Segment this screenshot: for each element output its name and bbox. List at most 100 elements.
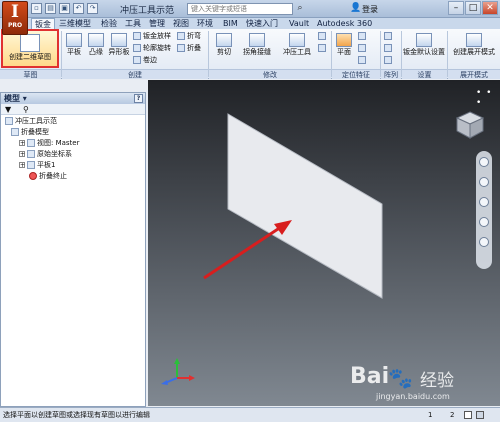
watermark-brand2: 经验: [420, 371, 454, 391]
contour-flange-button[interactable]: 异形板: [108, 33, 130, 57]
point-button[interactable]: [358, 44, 368, 53]
tree-item-label: 视图: Master: [37, 139, 80, 147]
axis-button[interactable]: [358, 32, 368, 41]
punch-tool-icon: [289, 33, 305, 47]
steering-wheel-icon[interactable]: [479, 157, 489, 167]
bend-button[interactable]: 折弯: [177, 32, 201, 41]
face-feature-icon: [27, 161, 35, 169]
create-flat-pattern-button[interactable]: 创建展开模式: [449, 33, 499, 57]
flange-label: 凸缘: [89, 48, 103, 56]
tab-environments[interactable]: 环境: [194, 18, 216, 29]
mirror-button[interactable]: [384, 56, 394, 65]
corner-seam-label: 拐角接缝: [243, 48, 271, 56]
login-link[interactable]: 登录: [362, 4, 378, 15]
tab-view[interactable]: 视图: [170, 18, 192, 29]
modify-tool-1[interactable]: [318, 32, 328, 41]
plane-label: 平面: [337, 48, 351, 56]
panel-label-flat-pattern: 展开模式: [448, 69, 500, 79]
bend-label: 折弯: [187, 32, 201, 40]
tab-sheet-metal[interactable]: 钣金: [31, 18, 55, 29]
undo-icon[interactable]: ↶: [73, 3, 84, 14]
tab-autodesk-360[interactable]: Autodesk 360: [314, 18, 375, 29]
contour-roll-button[interactable]: 轮廓旋转: [133, 44, 171, 53]
zoom-icon[interactable]: [479, 197, 489, 207]
fold-button[interactable]: 折叠: [177, 44, 201, 53]
circular-pattern-icon: [384, 44, 392, 52]
sheet-metal-defaults-label: 钣金默认设置: [403, 48, 445, 56]
tab-manage[interactable]: 管理: [146, 18, 168, 29]
tree-item-view-master[interactable]: + 视图: Master: [19, 139, 80, 148]
face-button[interactable]: 平板: [64, 33, 84, 57]
help-icon[interactable]: ?: [134, 94, 143, 103]
fold-icon: [177, 44, 185, 52]
status-bar: 选择平面以创建草图或选择现有草图以进行编辑 1 2: [0, 407, 500, 422]
panel-label-setup: 设置: [402, 69, 447, 79]
corner-seam-button[interactable]: 拐角接缝: [238, 33, 276, 57]
save-icon[interactable]: ▣: [59, 3, 70, 14]
expand-icon[interactable]: +: [19, 151, 25, 158]
sheet-face[interactable]: [227, 113, 383, 299]
create-flat-pattern-label: 创建展开模式: [453, 48, 495, 56]
close-button[interactable]: ✕: [482, 1, 498, 15]
contour-flange-label: 异形板: [108, 48, 130, 56]
graphics-viewport[interactable]: [148, 80, 500, 406]
application-menu-button[interactable]: I PRO: [2, 1, 28, 35]
corner-seam-icon: [249, 33, 265, 47]
punch-tool-button[interactable]: 冲压工具: [278, 33, 316, 57]
tab-3d-model[interactable]: 三维模型: [56, 18, 94, 29]
sheet-metal-defaults-button[interactable]: 钣金默认设置: [402, 33, 446, 57]
rectangular-pattern-button[interactable]: [384, 32, 394, 41]
tab-vault[interactable]: Vault: [286, 18, 312, 29]
status-icon-2[interactable]: [476, 411, 484, 419]
lofted-flange-button[interactable]: 钣金放样: [133, 32, 171, 41]
minimize-button[interactable]: –: [448, 1, 464, 15]
tree-root[interactable]: 冲压工具示范: [5, 117, 57, 126]
status-count-1: 1: [428, 411, 433, 419]
open-icon[interactable]: ▤: [45, 3, 56, 14]
search-icon[interactable]: ⌕: [294, 3, 306, 15]
cut-button[interactable]: 剪切: [212, 33, 236, 57]
viewport-canvas: [203, 113, 383, 299]
hem-button[interactable]: 卷边: [133, 56, 157, 65]
sketch-pencil-icon: [20, 34, 40, 52]
viewport-options-icon[interactable]: • • •: [476, 88, 498, 108]
flat-pattern-icon: [466, 33, 482, 47]
pointer-arrow-shaft: [203, 223, 285, 280]
tab-tools[interactable]: 工具: [122, 18, 144, 29]
status-icon-1[interactable]: [464, 411, 472, 419]
lofted-flange-label: 钣金放样: [143, 32, 171, 40]
tree-item-label: 折叠终止: [39, 172, 67, 180]
model-browser-header[interactable]: 模型 ▾ ?: [1, 93, 145, 104]
pan-icon[interactable]: [479, 177, 489, 187]
tree-item-face1[interactable]: + 平板1: [19, 161, 55, 170]
tree-item-label: 平板1: [37, 161, 56, 169]
tab-get-started[interactable]: 快速入门: [243, 18, 281, 29]
tree-item-end-of-folded[interactable]: 折叠终止: [29, 172, 67, 181]
new-icon[interactable]: ▫: [31, 3, 42, 14]
maximize-button[interactable]: □: [465, 1, 481, 15]
expand-icon[interactable]: +: [19, 140, 25, 147]
ucs-button[interactable]: [358, 56, 368, 65]
folded-model-icon: [11, 128, 19, 136]
look-at-icon[interactable]: [479, 237, 489, 247]
find-icon[interactable]: ⚲: [23, 104, 29, 115]
ribbon-tabs: 钣金 三维模型 检验 工具 管理 视图 环境 BIM 快速入门 Vault Au…: [0, 18, 500, 29]
filter-icon[interactable]: ▼: [5, 104, 11, 115]
viewcube-icon[interactable]: [455, 110, 485, 140]
model-browser: 模型 ▾ ? ▼ ⚲ 冲压工具示范 折叠模型 + 视图: Master + 原始坐标…: [0, 92, 146, 407]
tree-item-folded-model[interactable]: 折叠模型: [11, 128, 49, 137]
tab-bim[interactable]: BIM: [220, 18, 241, 29]
modify-tool-2[interactable]: [318, 44, 328, 53]
model-browser-title: 模型: [4, 94, 20, 103]
plane-button[interactable]: 平面: [334, 33, 354, 57]
user-icon[interactable]: 👤: [350, 3, 361, 14]
redo-icon[interactable]: ↷: [87, 3, 98, 14]
orbit-icon[interactable]: [479, 217, 489, 227]
expand-icon[interactable]: +: [19, 162, 25, 169]
search-input[interactable]: 键入关键字或短语: [187, 3, 293, 15]
hem-label: 卷边: [143, 56, 157, 64]
tree-item-origin[interactable]: + 原始坐标系: [19, 150, 72, 159]
tab-inspect[interactable]: 检验: [98, 18, 120, 29]
flange-button[interactable]: 凸缘: [86, 33, 106, 57]
circular-pattern-button[interactable]: [384, 44, 394, 53]
